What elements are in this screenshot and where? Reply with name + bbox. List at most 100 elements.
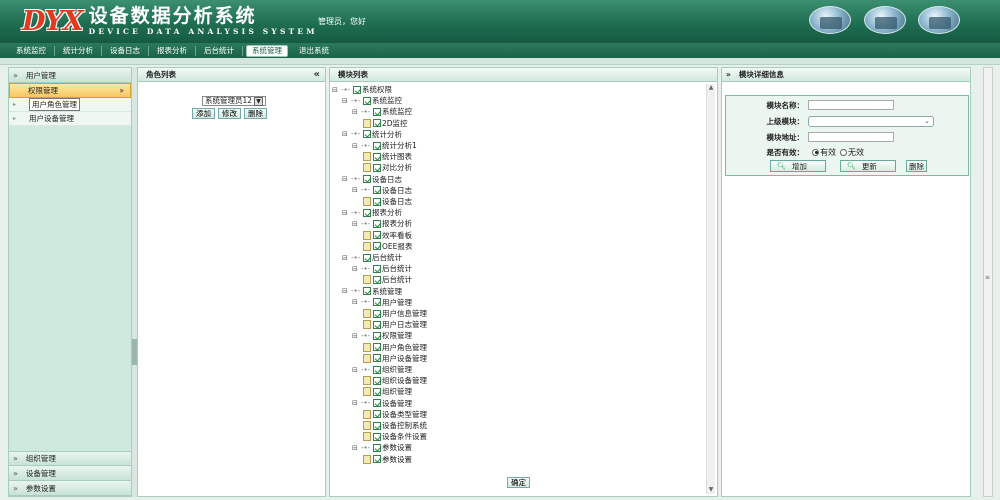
- valid-radio[interactable]: [812, 148, 819, 156]
- module-checkbox[interactable]: [373, 152, 381, 161]
- module-checkbox[interactable]: [373, 421, 381, 430]
- module-checkbox[interactable]: [373, 141, 381, 150]
- module-checkbox[interactable]: [373, 309, 381, 318]
- collapse-toggle-icon[interactable]: ⊟: [342, 254, 351, 262]
- module-checkbox[interactable]: [373, 365, 381, 374]
- collapse-toggle-icon[interactable]: ⊟: [352, 186, 361, 194]
- update-module-button[interactable]: 🔍︎ 更新: [840, 160, 896, 172]
- tree-node[interactable]: 设备条件设置: [363, 431, 427, 442]
- collapse-toggle-icon[interactable]: ⊟: [352, 108, 361, 116]
- tree-node[interactable]: ⊟ -•- 统计分析1: [352, 140, 417, 151]
- module-checkbox[interactable]: [373, 443, 381, 452]
- tree-node[interactable]: 用户角色管理: [363, 342, 427, 353]
- nav-item[interactable]: 报表分析: [149, 45, 196, 56]
- tree-node[interactable]: 统计图表: [363, 151, 412, 162]
- module-checkbox[interactable]: [373, 275, 381, 284]
- tree-node[interactable]: 设备类型管理: [363, 409, 427, 420]
- invalid-radio[interactable]: [840, 148, 847, 156]
- module-checkbox[interactable]: [363, 287, 371, 296]
- tree-node[interactable]: 后台统计: [363, 274, 412, 285]
- module-checkbox[interactable]: [363, 175, 371, 184]
- tree-node[interactable]: 用户日志管理: [363, 319, 427, 330]
- module-checkbox[interactable]: [353, 85, 361, 94]
- module-checkbox[interactable]: [373, 107, 381, 116]
- tree-node[interactable]: 参数设置: [363, 454, 412, 465]
- nav-item[interactable]: 系统监控: [8, 45, 55, 56]
- collapse-toggle-icon[interactable]: ⊟: [342, 287, 351, 295]
- tree-node[interactable]: ⊟ -•- 权限管理: [352, 330, 412, 341]
- confirm-button[interactable]: 确定: [507, 477, 530, 488]
- collapse-toggle-icon[interactable]: ⊟: [342, 97, 351, 105]
- tree-node[interactable]: 设备控制系统: [363, 420, 427, 431]
- tree-node[interactable]: ⊟ -•- 统计分析: [342, 129, 402, 140]
- collapse-left-icon[interactable]: «: [314, 69, 320, 80]
- collapse-toggle-icon[interactable]: ⊟: [352, 265, 361, 273]
- module-checkbox[interactable]: [373, 410, 381, 419]
- add-role-button[interactable]: 添加: [192, 108, 215, 119]
- module-checkbox[interactable]: [373, 163, 381, 172]
- nav-item[interactable]: 统计分析: [55, 45, 102, 56]
- module-address-input[interactable]: [808, 132, 894, 142]
- page-scrollbar[interactable]: ≡: [983, 67, 993, 497]
- module-checkbox[interactable]: [363, 130, 371, 139]
- tree-node[interactable]: 设备日志: [363, 196, 412, 207]
- module-checkbox[interactable]: [373, 242, 381, 251]
- tree-scrollbar[interactable]: ▲ ▼: [706, 84, 715, 494]
- module-checkbox[interactable]: [373, 455, 381, 464]
- module-checkbox[interactable]: [373, 119, 381, 128]
- tree-node[interactable]: 对比分析: [363, 162, 412, 173]
- tree-node[interactable]: 组织设备管理: [363, 375, 427, 386]
- tree-node[interactable]: ⊟ -•- 设备日志: [352, 185, 412, 196]
- tree-node[interactable]: ⊟ -•- 系统监控: [352, 106, 412, 117]
- sidebar-group-org[interactable]: » 组织管理: [9, 451, 131, 466]
- collapse-toggle-icon[interactable]: ⊟: [352, 399, 361, 407]
- module-checkbox[interactable]: [373, 354, 381, 363]
- nav-item[interactable]: 设备日志: [102, 45, 149, 56]
- collapse-toggle-icon[interactable]: ⊟: [352, 142, 361, 150]
- tree-node[interactable]: ⊟ -•- 后台统计: [342, 252, 402, 263]
- module-checkbox[interactable]: [373, 387, 381, 396]
- tree-node[interactable]: ⊟ -•- 报表分析: [342, 207, 402, 218]
- role-select[interactable]: 系统管理员12 ▼: [202, 96, 267, 106]
- module-checkbox[interactable]: [363, 208, 371, 217]
- module-checkbox[interactable]: [363, 253, 371, 262]
- collapse-toggle-icon[interactable]: ⊟: [352, 298, 361, 306]
- scroll-down-icon[interactable]: ▼: [707, 486, 715, 494]
- module-checkbox[interactable]: [373, 320, 381, 329]
- sidebar-group-user[interactable]: » 用户管理: [9, 68, 131, 83]
- tree-node[interactable]: 效率看板: [363, 230, 412, 241]
- nav-item[interactable]: 退出系统: [291, 46, 337, 56]
- module-checkbox[interactable]: [373, 376, 381, 385]
- edit-role-button[interactable]: 修改: [218, 108, 241, 119]
- module-name-input[interactable]: [808, 100, 894, 110]
- module-checkbox[interactable]: [373, 331, 381, 340]
- parent-module-select[interactable]: ⌄: [808, 115, 934, 127]
- collapse-toggle-icon[interactable]: ⊟: [332, 86, 341, 94]
- collapse-toggle-icon[interactable]: ⊟: [352, 366, 361, 374]
- collapse-toggle-icon[interactable]: ⊟: [352, 444, 361, 452]
- module-checkbox[interactable]: [373, 432, 381, 441]
- tree-node[interactable]: ⊟ -•- 报表分析: [352, 218, 412, 229]
- scroll-grip-icon[interactable]: ≡: [985, 274, 992, 286]
- tree-node[interactable]: ⊟ -•- 系统管理: [342, 286, 402, 297]
- module-checkbox[interactable]: [373, 219, 381, 228]
- module-checkbox[interactable]: [373, 197, 381, 206]
- collapse-toggle-icon[interactable]: ⊟: [342, 130, 351, 138]
- tree-node[interactable]: ⊟ -•- 参数设置: [352, 442, 412, 453]
- module-checkbox[interactable]: [373, 399, 381, 408]
- module-checkbox[interactable]: [373, 343, 381, 352]
- delete-module-button[interactable]: 删除: [906, 160, 927, 172]
- module-checkbox[interactable]: [363, 96, 371, 105]
- module-checkbox[interactable]: [373, 231, 381, 240]
- nav-item[interactable]: 系统管理: [246, 44, 288, 57]
- sidebar-group-params[interactable]: » 参数设置: [9, 481, 131, 496]
- tree-node[interactable]: 用户信息管理: [363, 308, 427, 319]
- sidebar-subitem-device[interactable]: ▸ 用户设备管理: [9, 112, 131, 126]
- tree-node[interactable]: ⊟ -•- 系统权限: [332, 84, 392, 95]
- sidebar-item-permission[interactable]: 权限管理 »: [9, 83, 131, 98]
- nav-item[interactable]: 后台统计: [196, 45, 243, 56]
- tree-node[interactable]: 2D监控: [363, 118, 408, 129]
- tree-node[interactable]: 用户设备管理: [363, 353, 427, 364]
- module-checkbox[interactable]: [373, 264, 381, 273]
- tree-node[interactable]: ⊟ -•- 用户管理: [352, 297, 412, 308]
